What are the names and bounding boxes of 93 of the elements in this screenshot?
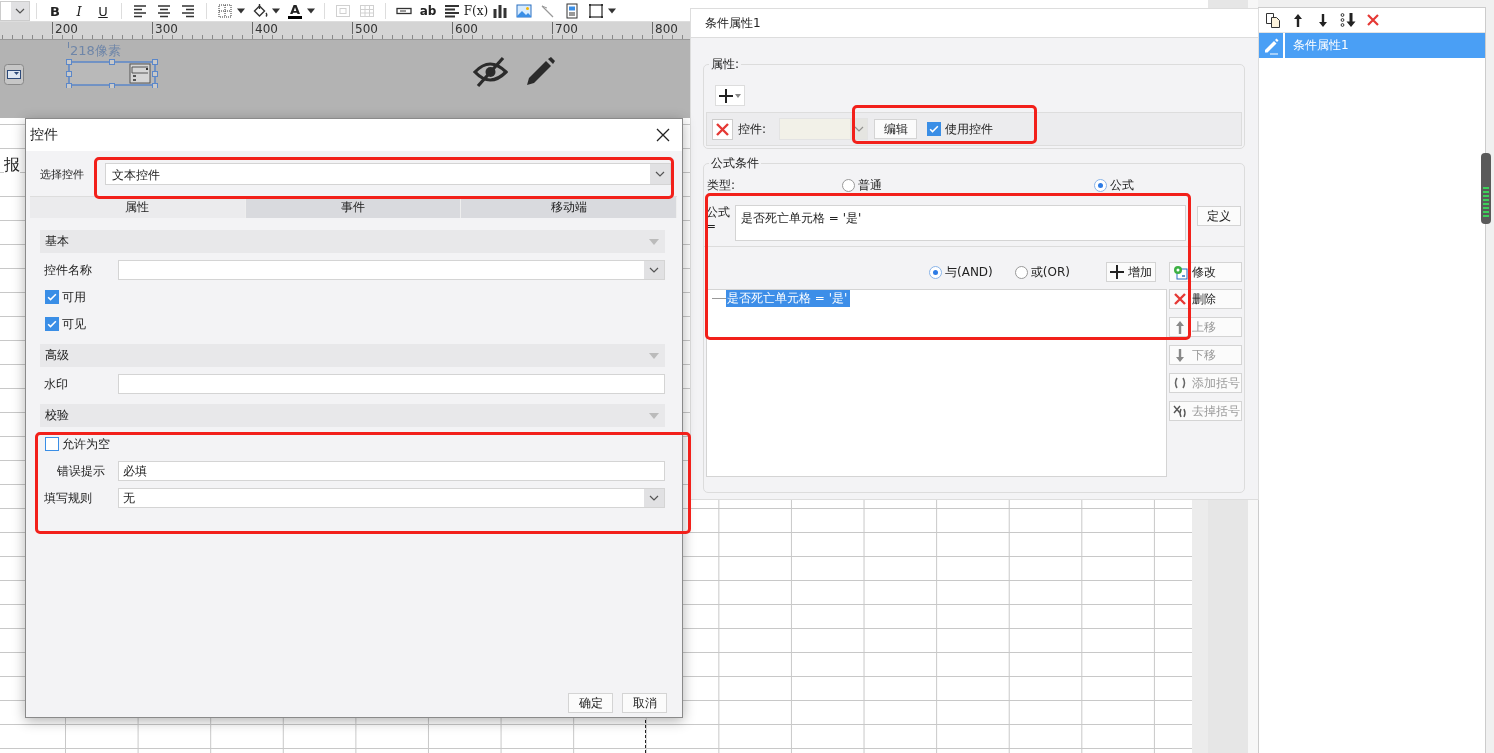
- width-label: 218像素: [70, 43, 121, 58]
- dialog-button[interactable]: 确定: [568, 693, 613, 713]
- image-icon[interactable]: [516, 1, 532, 21]
- text-button[interactable]: ab: [417, 1, 439, 21]
- field-label: 控件名称: [43, 261, 93, 279]
- remove-parentheses-icon: [1172, 403, 1188, 419]
- caret-icon: [649, 238, 659, 245]
- plus-icon: [1110, 265, 1124, 279]
- chevron-icon: [649, 495, 659, 501]
- radio-label: 公式: [1110, 176, 1134, 194]
- group-legend: 公式条件: [709, 156, 761, 170]
- document-icon[interactable]: [564, 1, 580, 21]
- radio-button[interactable]: [842, 178, 855, 192]
- parentheses-icon: [1172, 375, 1188, 391]
- text-field[interactable]: [118, 374, 665, 394]
- radio-button[interactable]: [929, 265, 942, 279]
- caret-icon: [649, 412, 659, 419]
- action-button[interactable]: 修改: [1169, 262, 1242, 282]
- dropdown-widget-icon[interactable]: [4, 64, 24, 85]
- selected-text-widget[interactable]: [66, 59, 158, 88]
- checkbox-label: 使用控件: [945, 120, 994, 138]
- caret-icon[interactable]: [608, 8, 616, 14]
- checkbox[interactable]: [927, 122, 942, 136]
- chevron-icon: [649, 267, 659, 273]
- add-button[interactable]: 增加: [1106, 262, 1156, 282]
- field-label: 控件:: [738, 120, 767, 138]
- checkbox[interactable]: [45, 317, 59, 331]
- section-title: 高级: [45, 347, 69, 364]
- caret-icon[interactable]: [272, 8, 280, 14]
- frame-icon[interactable]: [588, 1, 604, 21]
- caret-icon: [649, 352, 659, 359]
- action-button[interactable]: 删除: [1169, 289, 1242, 309]
- checkbox[interactable]: [45, 437, 59, 451]
- section-title: 基本: [45, 233, 69, 250]
- field-label: 选择控件: [40, 166, 85, 182]
- chevron-icon: [655, 171, 665, 177]
- underline-button[interactable]: U: [92, 1, 114, 21]
- radio-label: 与(AND): [945, 263, 993, 281]
- eye-slash-icon[interactable]: [473, 56, 508, 88]
- tab[interactable]: 移动端: [461, 197, 677, 218]
- chevron-icon: [15, 8, 25, 14]
- plus-icon: [719, 88, 733, 103]
- checkbox[interactable]: [45, 290, 59, 304]
- dialog-title: 控件: [30, 126, 58, 144]
- checkbox-label: 可用: [62, 288, 86, 306]
- field-label: 水印: [43, 375, 69, 393]
- delete-icon[interactable]: [1365, 12, 1381, 28]
- checkbox-label: 允许为空: [62, 435, 110, 453]
- formula-field[interactable]: 是否死亡单元格 = '是': [735, 205, 1186, 241]
- tab[interactable]: 属性: [30, 197, 246, 218]
- chevron-icon: [853, 126, 864, 132]
- settings-icon: [1172, 264, 1188, 280]
- italic-button[interactable]: I: [68, 1, 90, 21]
- tab[interactable]: 事件: [245, 197, 462, 218]
- caret-icon: [735, 93, 741, 98]
- select-field[interactable]: 无: [118, 488, 665, 508]
- radio-label: 普通: [858, 176, 882, 194]
- field-label: 填写规则: [43, 489, 93, 507]
- dialog-button[interactable]: 取消: [622, 693, 667, 713]
- section-header[interactable]: 基本: [40, 230, 665, 253]
- remove-button[interactable]: [712, 118, 733, 140]
- bold-button[interactable]: B: [44, 1, 66, 21]
- text-field[interactable]: 必填: [118, 461, 665, 481]
- field-label: 错误提示: [56, 462, 106, 480]
- pencil-icon[interactable]: [525, 56, 556, 87]
- dropdown-field[interactable]: [0, 1, 30, 21]
- scroll-thumb[interactable]: [1481, 153, 1491, 224]
- checkbox-label: 可见: [62, 315, 86, 333]
- cell-text: 报: [4, 154, 20, 176]
- caret-icon[interactable]: [237, 8, 245, 14]
- radio-button[interactable]: [1014, 265, 1028, 279]
- section-title: 校验: [45, 407, 69, 424]
- formula-button[interactable]: F(x): [465, 1, 487, 21]
- define-button[interactable]: 定义: [1197, 206, 1241, 226]
- close-icon[interactable]: [656, 128, 670, 142]
- font-color-button[interactable]: A: [284, 1, 306, 21]
- close-icon: [715, 121, 730, 137]
- section-header[interactable]: 高级: [40, 344, 665, 367]
- copy-icon[interactable]: [1265, 12, 1281, 28]
- caret-icon[interactable]: [307, 8, 315, 14]
- select-field[interactable]: [118, 260, 665, 280]
- section-header[interactable]: 校验: [40, 404, 665, 427]
- radio-label: 或(OR): [1030, 263, 1070, 281]
- add-menu-button[interactable]: [715, 85, 745, 106]
- control-select[interactable]: [779, 118, 869, 140]
- edit-button[interactable]: 编辑: [874, 119, 918, 139]
- radio-button[interactable]: [1094, 178, 1107, 192]
- pencil-icon: [1262, 36, 1280, 55]
- move-to-bottom-icon[interactable]: [1340, 12, 1356, 28]
- close-icon: [1172, 291, 1188, 307]
- group-legend: 属性:: [709, 57, 742, 71]
- field-label: 类型:: [706, 176, 737, 194]
- select-field[interactable]: 文本控件: [105, 163, 671, 185]
